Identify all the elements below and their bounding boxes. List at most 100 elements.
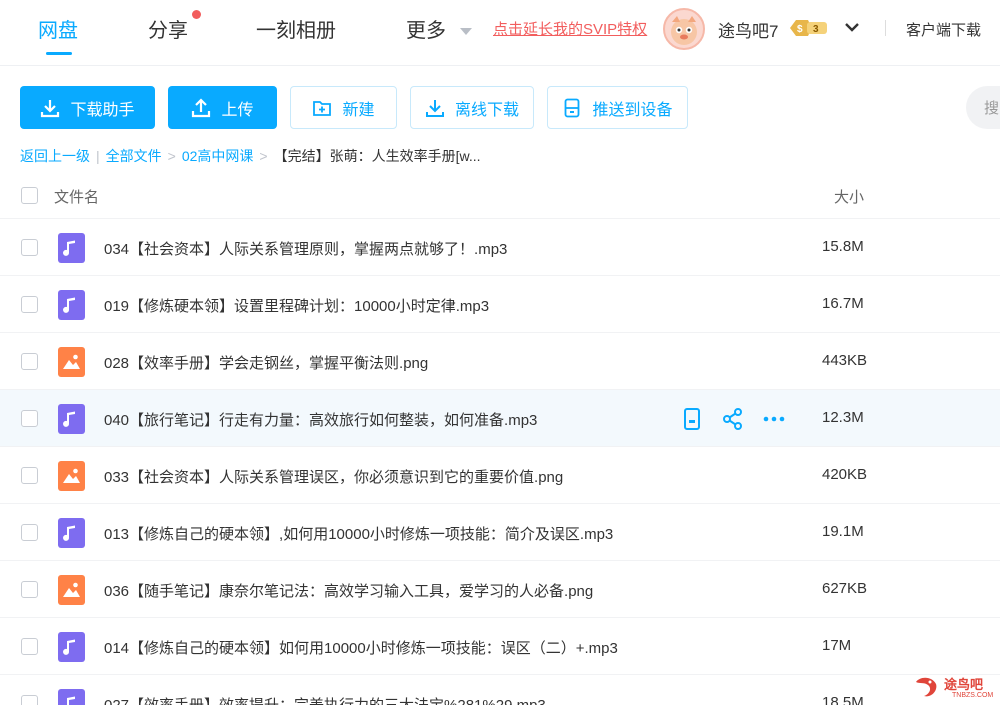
image-file-icon xyxy=(58,461,85,491)
breadcrumb-separator: > xyxy=(259,148,268,164)
column-header-size[interactable]: 大小 xyxy=(834,186,864,207)
row-checkbox[interactable] xyxy=(21,581,38,598)
select-all-checkbox[interactable] xyxy=(21,187,38,204)
row-actions xyxy=(682,407,792,431)
file-size: 443KB xyxy=(822,352,868,369)
push-device-icon[interactable] xyxy=(682,407,702,436)
table-row[interactable]: 036【随手笔记】康奈尔笔记法：高效学习输入工具，爱学习的人必备.png 627K… xyxy=(0,561,1000,618)
table-header: 文件名 大小 xyxy=(0,172,1000,219)
column-header-name[interactable]: 文件名 xyxy=(54,186,99,207)
offline-download-button[interactable]: 离线下载 xyxy=(410,86,534,129)
file-name[interactable]: 036【随手笔记】康奈尔笔记法：高效学习输入工具，爱学习的人必备.png xyxy=(104,580,593,601)
search-input[interactable]: 搜 xyxy=(966,86,1000,129)
new-folder-icon xyxy=(313,100,332,116)
breadcrumb-divider: | xyxy=(96,148,100,164)
avatar-face-icon xyxy=(671,16,697,45)
watermark-subtext: TNBZS.COM xyxy=(952,692,994,699)
row-checkbox[interactable] xyxy=(21,467,38,484)
table-row[interactable]: 013【修炼自己的硬本领】,如何用10000小时修炼一项技能：简介及误区.mp3… xyxy=(0,504,1000,561)
active-tab-indicator xyxy=(46,52,72,55)
new-folder-button[interactable]: 新建 xyxy=(290,86,397,129)
audio-file-icon xyxy=(58,233,85,263)
row-checkbox[interactable] xyxy=(21,410,38,427)
vip-level-text: 3 xyxy=(813,24,819,35)
nav-tab-netdisk[interactable]: 网盘 xyxy=(38,14,78,43)
table-row[interactable]: 040【旅行笔记】行走有力量：高效旅行如何整装，如何准备.mp3 12.3M xyxy=(0,390,1000,447)
svip-renew-link[interactable]: 点击延长我的SVIP特权 xyxy=(493,18,647,39)
watermark-text: 途鸟吧 xyxy=(944,677,984,692)
avatar[interactable] xyxy=(663,8,705,50)
download-helper-label: 下载助手 xyxy=(70,101,135,119)
nav-divider xyxy=(885,20,886,36)
table-row[interactable]: 014【修炼自己的硬本领】如何用10000小时修炼一项技能：误区（二）+.mp3… xyxy=(0,618,1000,675)
more-options-icon[interactable] xyxy=(762,407,786,436)
offline-download-icon xyxy=(425,99,444,117)
file-size: 16.7M xyxy=(822,295,864,312)
download-icon xyxy=(41,99,60,117)
notification-dot xyxy=(192,10,201,19)
offline-download-label: 离线下载 xyxy=(454,101,519,119)
nav-tab-share[interactable]: 分享 xyxy=(148,14,188,43)
audio-file-icon xyxy=(58,404,85,434)
row-checkbox[interactable] xyxy=(21,524,38,541)
breadcrumb: 返回上一级 | 全部文件 >02高中网课 > 【完结】张萌：人生效率手册[w... xyxy=(20,146,481,166)
file-size: 19.1M xyxy=(822,523,864,540)
breadcrumb-current: 【完结】张萌：人生效率手册[w... xyxy=(273,148,481,164)
client-download-link[interactable]: 客户端下载 xyxy=(906,19,981,40)
breadcrumb-back[interactable]: 返回上一级 xyxy=(20,148,90,164)
file-size: 15.8M xyxy=(822,238,864,255)
file-name[interactable]: 033【社会资本】人际关系管理误区，你必须意识到它的重要价值.png xyxy=(104,466,563,487)
device-icon xyxy=(565,98,580,117)
file-name[interactable]: 019【修炼硬本领】设置里程碑计划：10000小时定律.mp3 xyxy=(104,295,489,316)
audio-file-icon xyxy=(58,632,85,662)
row-checkbox[interactable] xyxy=(21,695,38,705)
file-size: 627KB xyxy=(822,580,868,597)
chevron-down-icon[interactable] xyxy=(843,18,861,36)
watermark-logo: 途鸟吧 TNBZS.COM xyxy=(912,674,998,702)
nav-tab-album[interactable]: 一刻相册 xyxy=(256,14,336,43)
table-row[interactable]: 027【效率手册】效率提升：完美执行力的三大法宝%281%29.mp3 18.5M xyxy=(0,675,1000,705)
table-row[interactable]: 028【效率手册】学会走钢丝，掌握平衡法则.png 443KB xyxy=(0,333,1000,390)
row-checkbox[interactable] xyxy=(21,638,38,655)
svip-level-badge: $ 3 xyxy=(790,20,827,36)
file-size: 17M xyxy=(822,637,852,654)
table-row[interactable]: 033【社会资本】人际关系管理误区，你必须意识到它的重要价值.png 420KB xyxy=(0,447,1000,504)
image-file-icon xyxy=(58,575,85,605)
row-checkbox[interactable] xyxy=(21,239,38,256)
file-name[interactable]: 040【旅行笔记】行走有力量：高效旅行如何整装，如何准备.mp3 xyxy=(104,409,537,430)
file-name[interactable]: 034【社会资本】人际关系管理原则，掌握两点就够了！.mp3 xyxy=(104,238,507,259)
upload-label: 上传 xyxy=(221,101,254,119)
bird-logo-icon xyxy=(916,677,937,697)
share-icon[interactable] xyxy=(722,407,744,436)
row-checkbox[interactable] xyxy=(21,353,38,370)
upload-icon xyxy=(192,97,211,117)
svg-text:$: $ xyxy=(797,24,803,35)
table-row[interactable]: 019【修炼硬本领】设置里程碑计划：10000小时定律.mp3 16.7M xyxy=(0,276,1000,333)
breadcrumb-separator: > xyxy=(167,148,176,164)
more-caret-icon[interactable] xyxy=(460,28,472,35)
file-name[interactable]: 014【修炼自己的硬本领】如何用10000小时修炼一项技能：误区（二）+.mp3 xyxy=(104,637,618,658)
audio-file-icon xyxy=(58,689,85,705)
file-name[interactable]: 027【效率手册】效率提升：完美执行力的三大法宝%281%29.mp3 xyxy=(104,694,546,705)
table-row[interactable]: 034【社会资本】人际关系管理原则，掌握两点就够了！.mp3 15.8M xyxy=(0,219,1000,276)
row-checkbox[interactable] xyxy=(21,296,38,313)
file-name[interactable]: 028【效率手册】学会走钢丝，掌握平衡法则.png xyxy=(104,352,428,373)
file-name[interactable]: 013【修炼自己的硬本领】,如何用10000小时修炼一项技能：简介及误区.mp3 xyxy=(104,523,613,544)
audio-file-icon xyxy=(58,290,85,320)
nav-tab-more[interactable]: 更多 xyxy=(406,14,446,43)
new-label: 新建 xyxy=(342,101,375,119)
push-to-device-label: 推送到设备 xyxy=(592,101,673,119)
search-placeholder: 搜 xyxy=(984,100,1000,117)
file-size: 12.3M xyxy=(822,409,864,426)
download-helper-button[interactable]: 下载助手 xyxy=(20,86,155,129)
upload-button[interactable]: 上传 xyxy=(168,86,277,129)
username[interactable]: 途鸟吧7 xyxy=(718,17,778,42)
breadcrumb-all-files[interactable]: 全部文件 xyxy=(106,148,162,164)
file-size: 420KB xyxy=(822,466,868,483)
file-size: 18.5M xyxy=(822,694,864,705)
audio-file-icon xyxy=(58,518,85,548)
image-file-icon xyxy=(58,347,85,377)
push-to-device-button[interactable]: 推送到设备 xyxy=(547,86,688,129)
breadcrumb-folder[interactable]: 02高中网课 xyxy=(182,148,254,164)
top-nav: 网盘 分享 一刻相册 更多 点击延长我的SVIP特权 途鸟吧7 $ 3 客户端下… xyxy=(0,0,1000,66)
